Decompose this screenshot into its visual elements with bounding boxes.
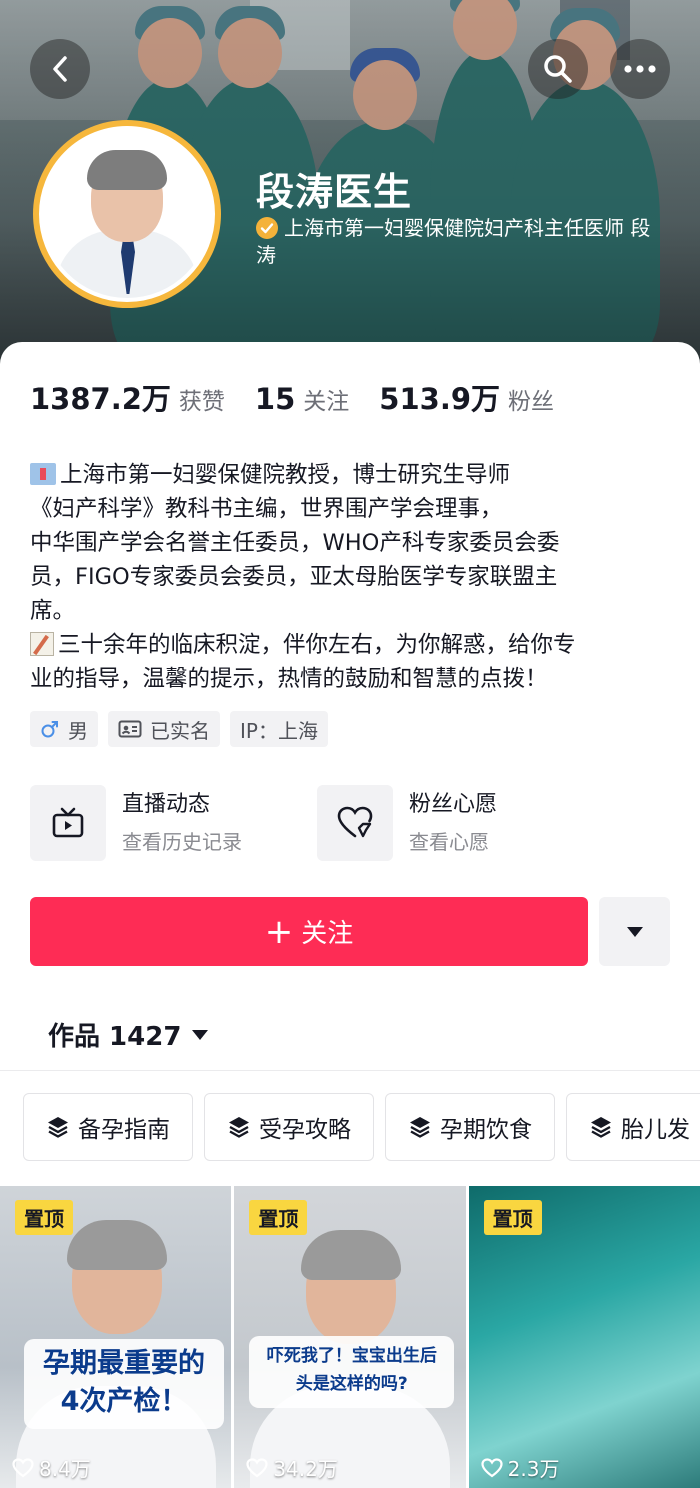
- video-grid: 置顶 孕期最重要的 4次产检！ 8.4万 置顶 吓死我了！宝宝出生后 头是这样的…: [0, 1186, 700, 1488]
- hospital-emoji-icon: [30, 463, 56, 485]
- ip-location-tag: IP：上海: [230, 711, 328, 747]
- male-icon: [40, 719, 60, 739]
- layers-icon: [408, 1115, 432, 1139]
- caret-down-icon: [626, 926, 643, 937]
- gender-tag: 男: [30, 711, 98, 747]
- collection-chip[interactable]: 孕期饮食: [385, 1093, 555, 1161]
- realname-tag: 已实名: [108, 711, 220, 747]
- plus-icon: +: [264, 911, 294, 952]
- live-history-entry[interactable]: 直播动态 查看历史记录: [30, 785, 242, 861]
- video-caption: 孕期最重要的 4次产检！: [24, 1339, 224, 1429]
- more-actions-dropdown-button[interactable]: [599, 897, 670, 966]
- works-tab-label: 作品 1427: [48, 1022, 182, 1052]
- video-likes: 2.3万: [481, 1453, 559, 1482]
- likes-count: 1387.2万: [30, 382, 171, 416]
- verification-info: 上海市第一妇婴保健院妇产科主任医师 段涛: [256, 215, 666, 269]
- bio-line: 业的指导，温馨的提示，热情的鼓励和智慧的点拨！: [30, 666, 548, 692]
- likes-label: 获赞: [178, 389, 225, 415]
- bio-line: 中华围产学会名誉主任委员，WHO产科专家委员会委: [30, 530, 560, 556]
- pinned-badge: 置顶: [249, 1200, 308, 1235]
- divider: [0, 1070, 700, 1071]
- caret-down-icon: [192, 1029, 209, 1040]
- id-card-icon: [118, 720, 142, 738]
- layers-icon: [227, 1115, 251, 1139]
- video-likes: 34.2万: [246, 1453, 338, 1482]
- fans-label[interactable]: 粉丝: [508, 382, 554, 416]
- collection-chips: 备孕指南 受孕攻略 孕期饮食 胎儿发: [23, 1093, 700, 1161]
- profile-tags: 男 已实名 IP：上海: [30, 711, 328, 747]
- verified-check-icon: [256, 217, 278, 239]
- search-button[interactable]: [528, 39, 588, 99]
- bio-line: 席。: [30, 598, 76, 624]
- profile-name: 段涛医生: [256, 170, 413, 214]
- fans-wish-entry[interactable]: 粉丝心愿 查看心愿: [317, 785, 497, 861]
- wish-title: 粉丝心愿: [409, 792, 498, 817]
- video-likes: 8.4万: [12, 1453, 91, 1482]
- pinned-badge: 置顶: [483, 1200, 542, 1235]
- more-button[interactable]: [610, 39, 670, 99]
- back-button[interactable]: [30, 39, 90, 99]
- video-thumbnail[interactable]: 置顶 孕期最重要的 4次产检！ 8.4万: [0, 1186, 232, 1488]
- bio-line: 上海市第一妇婴保健院教授，博士研究生导师: [30, 458, 680, 492]
- collection-chip[interactable]: 胎儿发: [566, 1093, 700, 1161]
- bio: 上海市第一妇婴保健院教授，博士研究生导师 《妇产科学》教科书主编，世界围产学会理…: [30, 458, 680, 696]
- video-caption: 吓死我了！宝宝出生后 头是这样的吗?: [249, 1336, 455, 1408]
- live-title: 直播动态: [122, 792, 211, 817]
- layers-icon: [46, 1115, 70, 1139]
- video-thumbnail[interactable]: 置顶 吓死我了！宝宝出生后 头是这样的吗? 34.2万: [234, 1186, 466, 1488]
- fans-count[interactable]: 513.9万: [379, 376, 500, 418]
- bio-line: 三十余年的临床积淀，伴你左右，为你解惑，给你专: [30, 628, 680, 662]
- layers-icon: [589, 1115, 613, 1139]
- chevron-left-icon: [53, 56, 67, 82]
- video-thumbnail[interactable]: 置顶 2.3万: [468, 1186, 700, 1488]
- collection-chip[interactable]: 受孕攻略: [204, 1093, 374, 1161]
- heart-outline-icon: [246, 1457, 268, 1477]
- avatar[interactable]: [33, 120, 221, 308]
- follow-label: 关注: [301, 919, 354, 949]
- follow-button[interactable]: + 关注: [30, 897, 588, 966]
- bio-line: 《妇产科学》教科书主编，世界围产学会理事，: [30, 496, 503, 522]
- following-label[interactable]: 关注: [303, 382, 349, 416]
- heart-wish-icon: [317, 785, 393, 861]
- pinned-badge: 置顶: [15, 1200, 73, 1235]
- collection-chip[interactable]: 备孕指南: [23, 1093, 193, 1161]
- memo-emoji-icon: [30, 632, 54, 656]
- heart-outline-icon: [481, 1457, 503, 1477]
- tv-icon: [30, 785, 106, 861]
- tab-works[interactable]: 作品 1427: [48, 1016, 209, 1053]
- live-subtitle: 查看历史记录: [122, 830, 242, 854]
- verification-text: 上海市第一妇婴保健院妇产科主任医师 段涛: [256, 216, 651, 267]
- search-icon: [544, 55, 572, 83]
- heart-outline-icon: [12, 1457, 34, 1477]
- following-count[interactable]: 15: [255, 382, 295, 416]
- bio-line: 员，FIGO专家委员会委员，亚太母胎医学专家联盟主: [30, 564, 558, 590]
- more-dots-icon: [624, 65, 656, 73]
- wish-subtitle: 查看心愿: [409, 830, 489, 854]
- stats-row: 1387.2万 获赞 15 关注 513.9万 粉丝: [30, 376, 584, 416]
